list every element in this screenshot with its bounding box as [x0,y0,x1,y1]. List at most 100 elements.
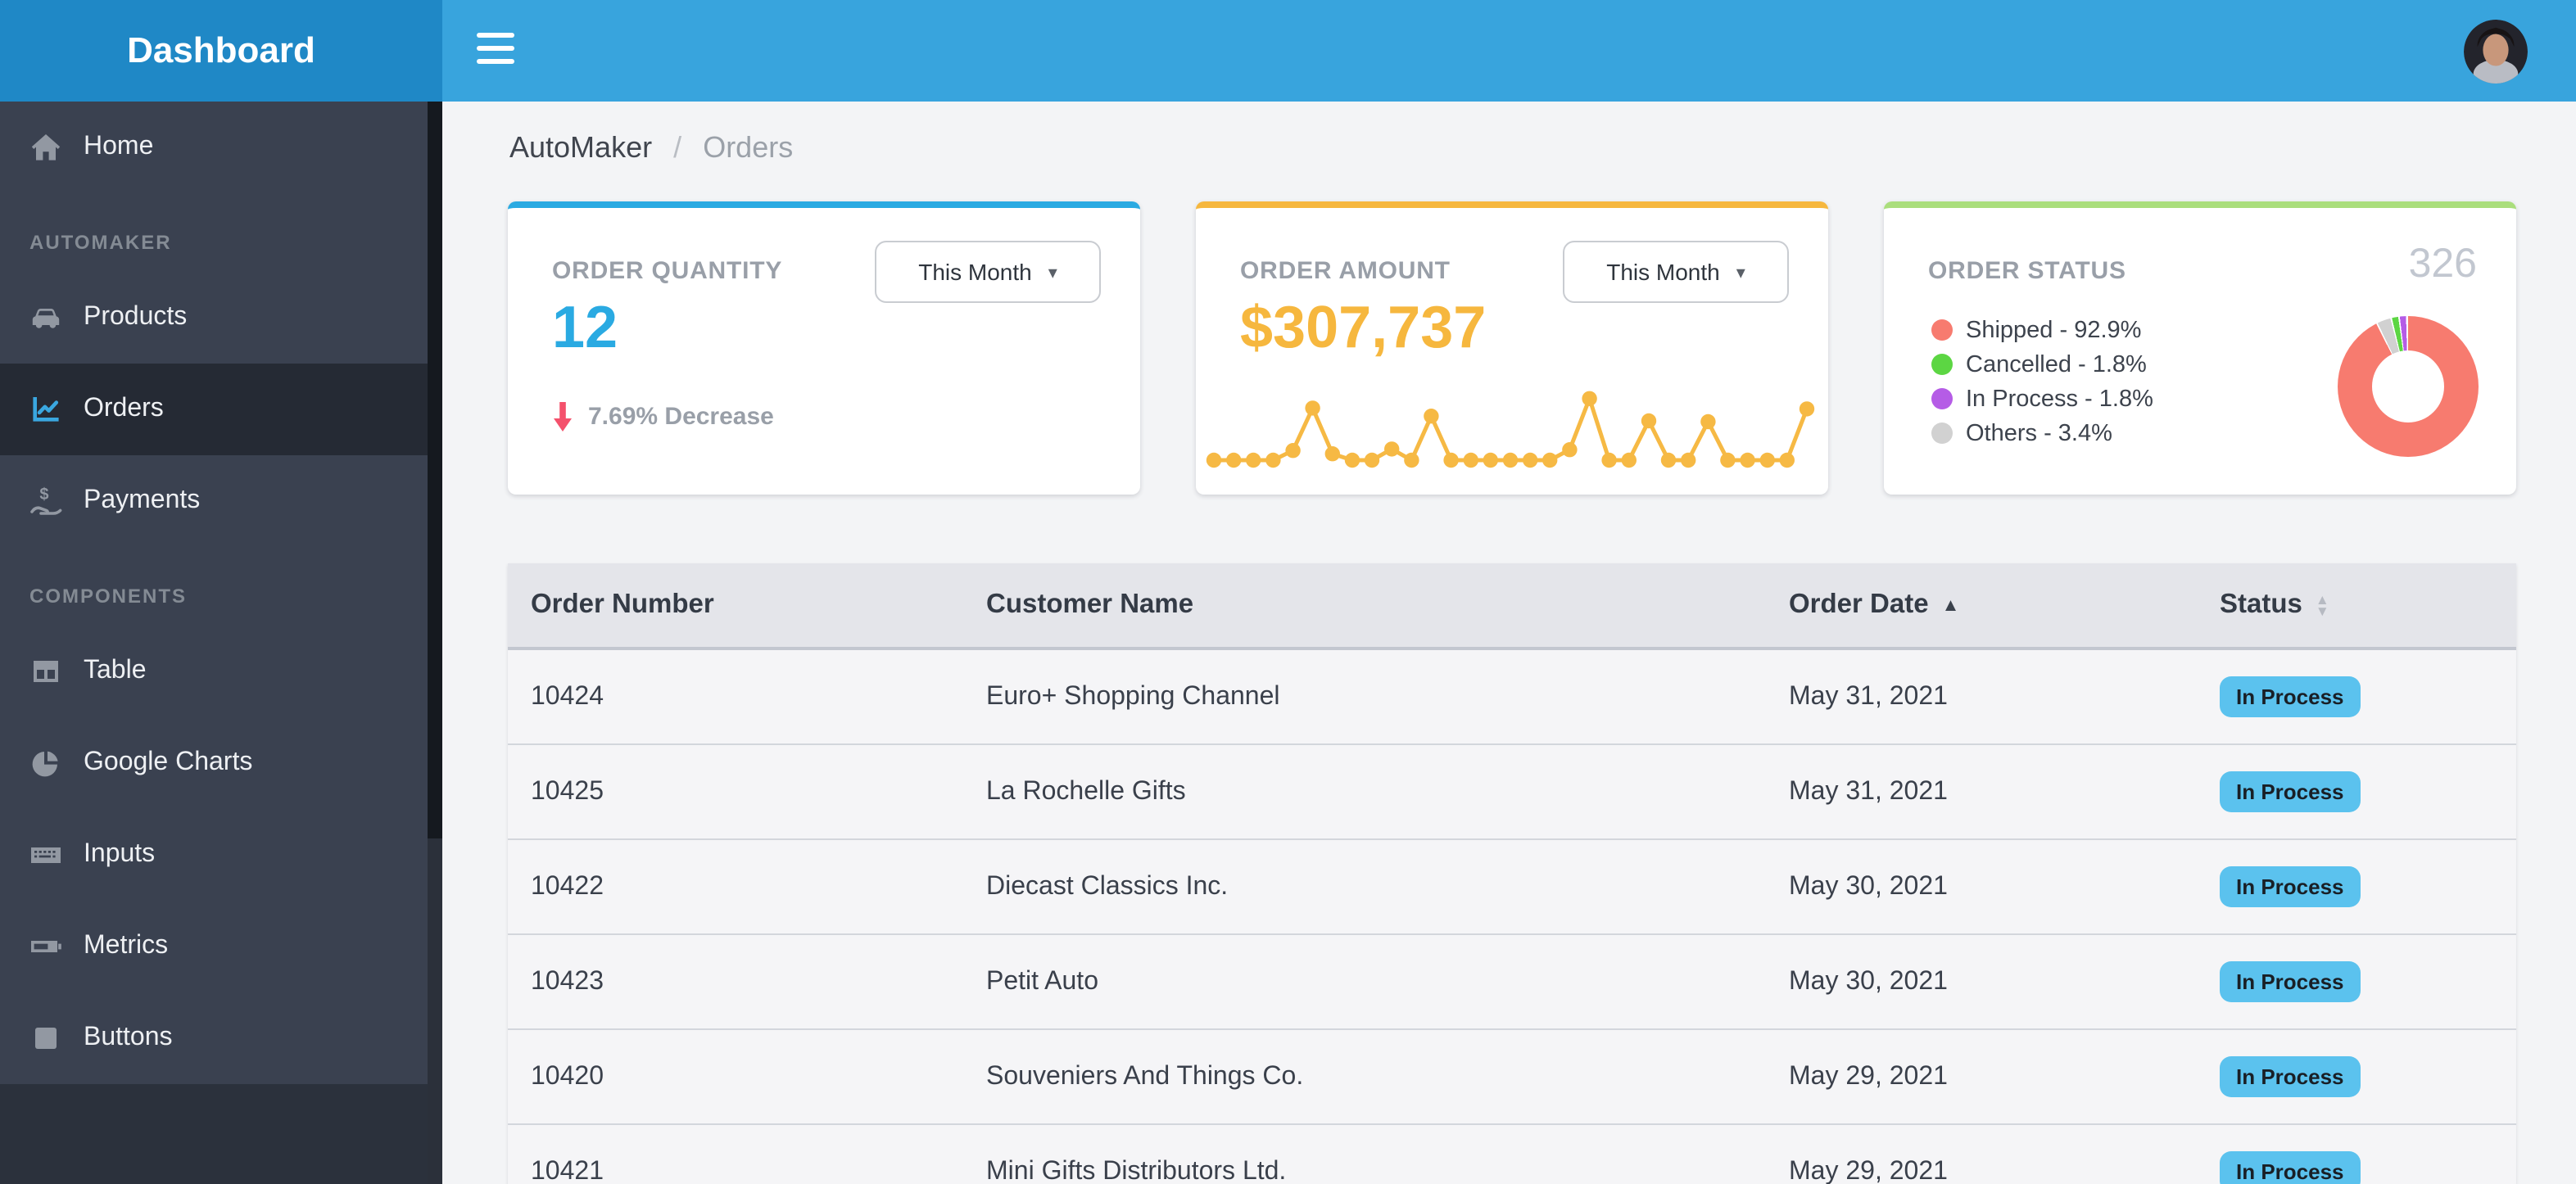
table-row[interactable]: 10425 La Rochelle Gifts May 31, 2021 In Pro… [508,745,2516,840]
table-icon [28,653,64,689]
customer-name-cell: Mini Gifts Distributors Ltd. [986,1157,1287,1184]
legend-item: Others - 3.4% [1931,416,2153,450]
app-title: Dashboard [0,0,442,102]
column-header-status[interactable]: Status ▲ ▼ [2220,590,2516,621]
user-avatar[interactable] [2464,20,2528,84]
sidebar-footer [0,1084,442,1184]
sidebar-nav: Home AUTOMAKER Products Orders $ Payments COMP… [0,102,428,1084]
status-badge: In Process [2220,1151,2361,1184]
dashboard-app: Dashboard Home AUTOMAKER Products Orders $ Pa… [0,0,2576,1184]
status-badge: In Process [2220,771,2361,812]
order-status-title: ORDER STATUS [1928,257,2126,285]
status-badge: In Process [2220,676,2361,717]
sidebar-scrollbar-thumb[interactable] [428,102,442,838]
legend-label: Cancelled - 1.8% [1966,351,2147,377]
legend-dot-icon [1931,319,1953,341]
sidebar-item-buttons[interactable]: Buttons [0,992,428,1084]
sidebar-item-metrics[interactable]: Metrics [0,901,428,992]
breadcrumb: AutoMaker / Orders [509,131,793,165]
order-status-legend: Shipped - 92.9% Cancelled - 1.8% In Proces… [1931,313,2153,450]
sidebar-item-home[interactable]: Home [0,102,428,193]
table-row[interactable]: 10421 Mini Gifts Distributors Ltd. May 29,… [508,1125,2516,1184]
table-row[interactable]: 10420 Souveniers And Things Co. May 29, 20… [508,1030,2516,1125]
table-row[interactable]: 10422 Diecast Classics Inc. May 30, 2021 In… [508,840,2516,935]
order-date-cell: May 30, 2021 [1789,872,1948,900]
sidebar-item-label: Google Charts [84,748,253,776]
order-number-cell: 10423 [531,967,604,995]
table-row[interactable]: 10423 Petit Auto May 30, 2021 In Process [508,935,2516,1030]
legend-item: Cancelled - 1.8% [1931,347,2153,382]
order-amount-title: ORDER AMOUNT [1240,257,1451,285]
order-status-total: 326 [2408,241,2477,287]
hamburger-icon[interactable] [477,33,514,66]
breadcrumb-parent[interactable]: AutoMaker [509,131,652,164]
status-cell: In Process [2220,1151,2516,1184]
order-quantity-title: ORDER QUANTITY [552,257,783,285]
donut-hole [2372,350,2444,423]
sidebar-scrollbar[interactable] [428,102,442,1184]
order-amount-period-select[interactable]: This Month ▾ [1563,241,1789,303]
column-header-label: Order Number [531,590,714,619]
sidebar-item-products[interactable]: Products [0,272,428,364]
customer-name-cell: Souveniers And Things Co. [986,1062,1304,1090]
topbar [442,0,2576,102]
avatar-image [2464,20,2528,84]
order-amount-sparkline [1202,368,1818,485]
column-header-customer-name[interactable]: Customer Name [986,590,1789,621]
sidebar-item-label: Buttons [84,1024,173,1051]
sidebar-item-label: Metrics [84,932,169,960]
sort-icon: ▲ ▼ [2315,590,2329,618]
pie-chart-icon [28,745,64,781]
order-date-cell: May 31, 2021 [1789,682,1948,710]
order-date-cell: May 31, 2021 [1789,777,1948,805]
status-cell: In Process [2220,866,2516,907]
order-quantity-period-select[interactable]: This Month ▾ [875,241,1101,303]
legend-dot-icon [1931,388,1953,409]
sidebar-item-orders[interactable]: Orders [0,364,428,455]
sidebar-item-label: Products [84,303,188,331]
orders-table-header: Order Number Customer Name Order Date ▲ Stat… [508,563,2516,650]
order-date-cell: May 30, 2021 [1789,967,1948,995]
sidebar-item-table[interactable]: Table [0,626,428,717]
home-icon [28,129,64,165]
order-number-cell: 10425 [531,777,604,805]
sidebar-item-inputs[interactable]: Inputs [0,809,428,901]
table-row[interactable]: 10424 Euro+ Shopping Channel May 31, 2021 I… [508,650,2516,745]
chart-line-icon [28,391,64,427]
status-badge: In Process [2220,961,2361,1002]
column-header-label: Customer Name [986,590,1194,619]
status-cell: In Process [2220,961,2516,1002]
square-icon [28,1020,64,1056]
period-select-value: This Month [1606,259,1720,285]
sidebar: Dashboard Home AUTOMAKER Products Orders $ Pa… [0,0,442,1184]
keyboard-icon [28,837,64,873]
column-header-label: Order Date [1789,590,1929,619]
order-quantity-change-text: 7.69% Decrease [588,403,774,431]
column-header-order-number[interactable]: Order Number [531,590,986,621]
hand-dollar-icon: $ [28,483,64,519]
legend-label: Shipped - 92.9% [1966,317,2142,343]
order-date-cell: May 29, 2021 [1789,1062,1948,1090]
column-header-order-date[interactable]: Order Date ▲ [1789,590,2220,621]
legend-item: Shipped - 92.9% [1931,313,2153,347]
status-cell: In Process [2220,1056,2516,1097]
status-cell: In Process [2220,771,2516,812]
legend-label: Others - 3.4% [1966,420,2112,446]
breadcrumb-current: Orders [703,131,794,164]
order-quantity-value: 12 [552,293,618,360]
sidebar-item-google-charts[interactable]: Google Charts [0,717,428,809]
sidebar-item-label: Orders [84,395,164,423]
sidebar-item-label: Payments [84,486,201,514]
order-number-cell: 10424 [531,682,604,710]
order-number-cell: 10422 [531,872,604,900]
order-status-card: ORDER STATUS 326 Shipped - 92.9% Cancelle… [1884,201,2516,495]
order-date-cell: May 29, 2021 [1789,1157,1948,1184]
legend-dot-icon [1931,423,1953,444]
order-number-cell: 10421 [531,1157,604,1184]
sidebar-item-payments[interactable]: $ Payments [0,455,428,547]
orders-table-body: 10424 Euro+ Shopping Channel May 31, 2021 I… [508,650,2516,1184]
sidebar-item-label: Home [84,133,154,160]
main-content: AutoMaker / Orders ORDER QUANTITY This M… [442,102,2576,1184]
breadcrumb-separator: / [673,131,682,164]
orders-table: Order Number Customer Name Order Date ▲ Stat… [508,563,2516,1184]
